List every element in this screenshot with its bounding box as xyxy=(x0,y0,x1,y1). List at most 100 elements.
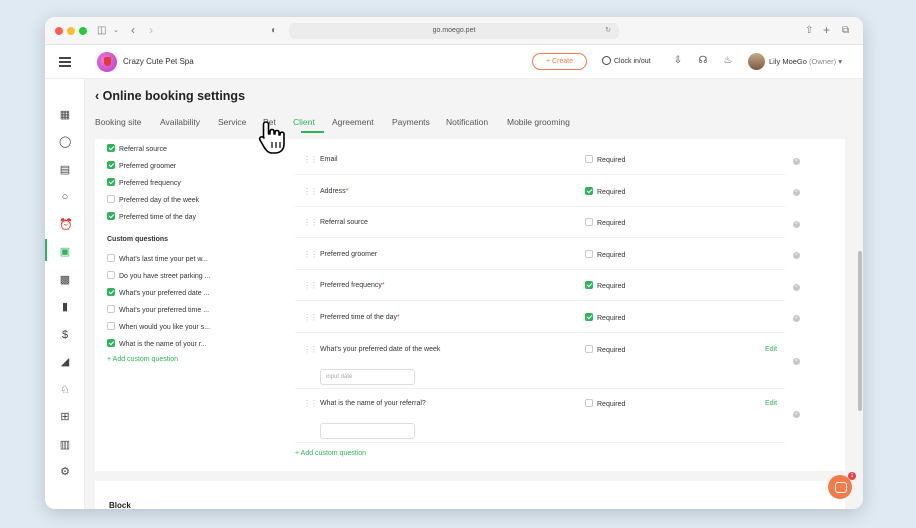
drag-handle-icon[interactable]: ⋮⋮ xyxy=(303,219,318,227)
drag-handle-icon[interactable]: ⋮⋮ xyxy=(303,188,318,196)
checkbox[interactable] xyxy=(585,187,593,195)
checkbox[interactable] xyxy=(107,305,115,313)
menu-icon[interactable] xyxy=(59,57,71,69)
book-icon[interactable]: ▮ xyxy=(59,301,71,313)
bell-icon[interactable]: ♨ xyxy=(722,55,734,67)
required-toggle[interactable]: Required xyxy=(585,155,625,164)
tab-service[interactable]: Service xyxy=(218,117,246,127)
tab-mobile-grooming[interactable]: Mobile grooming xyxy=(507,117,570,127)
headset-icon[interactable]: ☊ xyxy=(697,55,709,67)
calendar-icon[interactable]: ▦ xyxy=(59,109,71,121)
message-icon[interactable]: ○ xyxy=(59,191,71,203)
edit-question-link[interactable]: Edit xyxy=(765,400,777,407)
scrollbar[interactable] xyxy=(858,251,862,411)
remove-icon[interactable]: × xyxy=(793,315,800,322)
remove-icon[interactable]: × xyxy=(793,252,800,259)
required-toggle[interactable]: Required xyxy=(585,218,625,227)
required-toggle[interactable]: Required xyxy=(585,313,625,322)
chevron-down-icon[interactable]: ⌄ xyxy=(113,24,119,38)
reload-icon[interactable]: ↻ xyxy=(605,23,611,39)
list-item[interactable]: Preferred day of the week xyxy=(107,195,199,207)
list-item[interactable]: Preferred frequency xyxy=(107,178,181,190)
online-booking-icon[interactable]: ▣ xyxy=(59,246,71,258)
remove-icon[interactable]: × xyxy=(793,158,800,165)
remove-icon[interactable]: × xyxy=(793,358,800,365)
checkbox[interactable] xyxy=(107,254,115,262)
remove-icon[interactable]: × xyxy=(793,284,800,291)
checkbox[interactable] xyxy=(107,322,115,330)
megaphone-icon[interactable]: ◢ xyxy=(59,356,71,368)
checkbox[interactable] xyxy=(107,144,115,152)
required-toggle[interactable]: Required xyxy=(585,250,625,259)
list-item[interactable]: What's your preferred time ... xyxy=(107,305,209,317)
tab-agreement[interactable]: Agreement xyxy=(332,117,374,127)
checkbox[interactable] xyxy=(107,339,115,347)
checkbox[interactable] xyxy=(585,250,593,258)
tab-client[interactable]: Client xyxy=(293,117,315,127)
list-item[interactable]: Preferred time of the day xyxy=(107,212,196,224)
list-item[interactable]: Referral source xyxy=(107,144,167,156)
download-icon[interactable]: ⇩ xyxy=(672,55,684,67)
drag-handle-icon[interactable]: ⋮⋮ xyxy=(303,314,318,322)
clipboard-icon[interactable]: ▤ xyxy=(59,164,71,176)
checkbox[interactable] xyxy=(585,155,593,163)
checkbox[interactable] xyxy=(107,178,115,186)
add-custom-question-link[interactable]: + Add custom question xyxy=(295,450,366,457)
list-item[interactable]: Do you have street parking ... xyxy=(107,271,210,283)
sidebar-toggle-icon[interactable]: ◫ xyxy=(97,24,106,38)
tab-booking-site[interactable]: Booking site xyxy=(95,117,141,127)
required-toggle[interactable]: Required xyxy=(585,399,625,408)
chevron-left-icon[interactable]: ‹ xyxy=(95,89,99,103)
checkbox[interactable] xyxy=(107,212,115,220)
page-title[interactable]: ‹ Online booking settings xyxy=(95,89,245,103)
address-bar[interactable]: go.moego.pet ↻ xyxy=(289,23,619,39)
alarm-icon[interactable]: ⏰ xyxy=(59,219,73,231)
close-window-button[interactable] xyxy=(55,27,63,35)
tab-notification[interactable]: Notification xyxy=(446,117,488,127)
answer-input[interactable] xyxy=(320,423,415,439)
drag-handle-icon[interactable]: ⋮⋮ xyxy=(303,251,318,259)
checkbox[interactable] xyxy=(585,345,593,353)
forward-icon[interactable]: › xyxy=(149,24,153,36)
remove-icon[interactable]: × xyxy=(793,411,800,418)
list-item[interactable]: Preferred groomer xyxy=(107,161,176,173)
edit-question-link[interactable]: Edit xyxy=(765,346,777,353)
minimize-window-button[interactable] xyxy=(67,27,75,35)
drag-handle-icon[interactable]: ⋮⋮ xyxy=(303,156,318,164)
checkbox[interactable] xyxy=(107,288,115,296)
list-item[interactable]: What's last time your pet w... xyxy=(107,254,208,266)
crown-icon[interactable]: ♘ xyxy=(59,384,71,396)
required-toggle[interactable]: Required xyxy=(585,281,625,290)
checkbox[interactable] xyxy=(107,161,115,169)
drag-handle-icon[interactable]: ⋮⋮ xyxy=(303,282,318,290)
zoom-window-button[interactable] xyxy=(79,27,87,35)
list-item[interactable]: When would you like your s... xyxy=(107,322,210,334)
checkbox[interactable] xyxy=(107,195,115,203)
list-item[interactable]: What is the name of your r... xyxy=(107,339,207,351)
clock-in-out-button[interactable]: Clock in/out xyxy=(602,56,651,65)
checkbox[interactable] xyxy=(585,313,593,321)
checkbox[interactable] xyxy=(107,271,115,279)
gear-icon[interactable]: ⚙ xyxy=(59,466,71,478)
add-custom-question-link[interactable]: + Add custom question xyxy=(107,356,178,363)
medical-box-icon[interactable]: ⊞ xyxy=(59,411,71,423)
tabs-icon[interactable]: ⧉ xyxy=(842,24,849,38)
remove-icon[interactable]: × xyxy=(793,221,800,228)
checkbox[interactable] xyxy=(585,281,593,289)
drag-handle-icon[interactable]: ⋮⋮ xyxy=(303,346,318,354)
dollar-icon[interactable]: $ xyxy=(59,329,71,341)
client-icon[interactable]: ▩ xyxy=(59,274,71,286)
required-toggle[interactable]: Required xyxy=(585,187,625,196)
checkbox[interactable] xyxy=(585,399,593,407)
tab-payments[interactable]: Payments xyxy=(392,117,430,127)
new-tab-icon[interactable]: + xyxy=(823,24,830,36)
tab-availability[interactable]: Availability xyxy=(160,117,200,127)
remove-icon[interactable]: × xyxy=(793,189,800,196)
user-menu[interactable]: Lily MoeGo (Owner) ▾ xyxy=(769,57,842,66)
drag-handle-icon[interactable]: ⋮⋮ xyxy=(303,400,318,408)
create-button[interactable]: + Create xyxy=(532,53,587,70)
required-toggle[interactable]: Required xyxy=(585,345,625,354)
list-item[interactable]: What's your preferred date ... xyxy=(107,288,209,300)
answer-input[interactable]: input date xyxy=(320,369,415,385)
back-icon[interactable]: ‹ xyxy=(131,24,135,36)
